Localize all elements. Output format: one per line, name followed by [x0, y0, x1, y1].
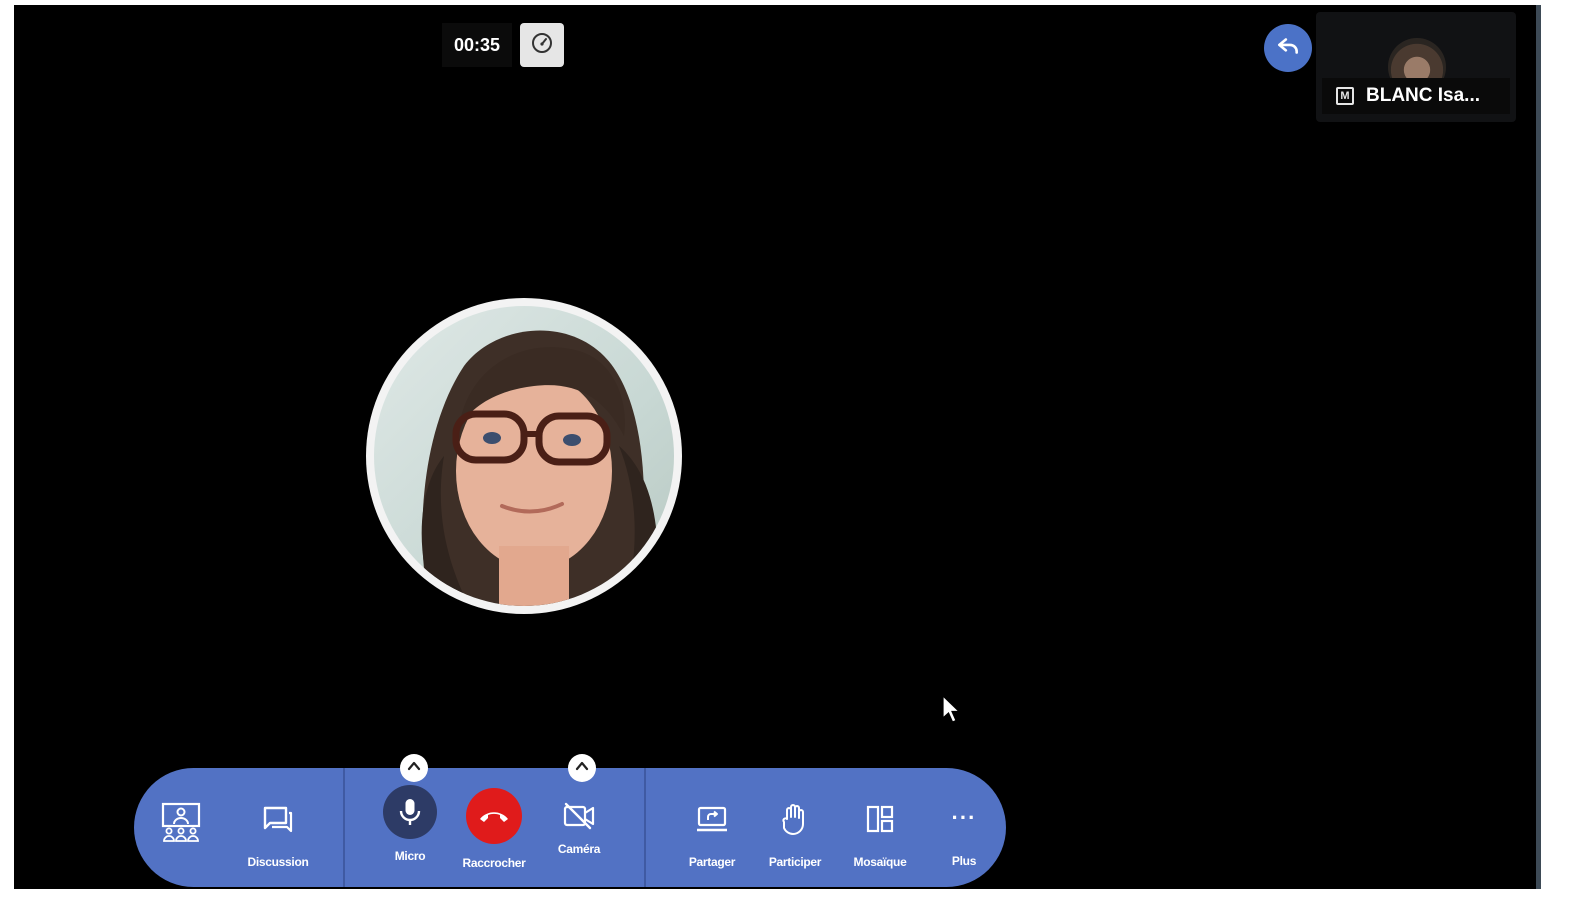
- call-toolbar: Discussion Micro Raccrocher Caméra Parta…: [134, 754, 1006, 887]
- camera-options-chevron[interactable]: [568, 754, 596, 782]
- raise-hand-label: Participer: [768, 855, 822, 869]
- speaker-avatar: [366, 298, 682, 614]
- participant-thumbnail[interactable]: M BLANC Isa...: [1316, 12, 1516, 122]
- hand-icon: [781, 802, 809, 836]
- toolbar-divider: [644, 768, 646, 887]
- share-label: Partager: [688, 855, 736, 869]
- more-dots-icon: ···: [951, 805, 977, 830]
- hangup-button[interactable]: Raccrocher: [454, 788, 534, 870]
- participants-icon: [161, 802, 201, 844]
- micro-button[interactable]: Micro: [380, 785, 440, 863]
- microphone-icon: [383, 785, 437, 839]
- toolbar-divider: [343, 768, 345, 887]
- phone-hangup-icon: [466, 788, 522, 844]
- back-button[interactable]: [1264, 24, 1312, 72]
- micro-options-chevron[interactable]: [400, 754, 428, 782]
- speaker-photo: [374, 306, 674, 606]
- participant-name: BLANC Isa...: [1366, 85, 1481, 106]
- mouse-cursor-icon: [941, 694, 963, 729]
- connection-stats-button[interactable]: [520, 23, 564, 67]
- micro-label: Micro: [394, 849, 426, 863]
- camera-label: Caméra: [557, 842, 601, 856]
- discussion-label: Discussion: [247, 855, 309, 869]
- raise-hand-button[interactable]: Participer: [760, 802, 830, 869]
- mosaic-button[interactable]: Mosaïque: [844, 802, 916, 869]
- hangup-label: Raccrocher: [462, 856, 526, 870]
- mosaic-label: Mosaïque: [853, 855, 907, 869]
- participants-button[interactable]: [156, 802, 206, 844]
- window-edge: [1536, 5, 1541, 889]
- more-button[interactable]: ··· Plus: [934, 802, 994, 868]
- mosaic-layout-icon: [865, 802, 895, 836]
- moderator-badge: M: [1336, 87, 1354, 105]
- more-label: Plus: [951, 854, 977, 868]
- share-button[interactable]: Partager: [679, 802, 745, 869]
- gauge-icon: [530, 31, 554, 60]
- participant-name-bar: M BLANC Isa...: [1322, 78, 1510, 114]
- call-timer: 00:35: [442, 23, 512, 67]
- camera-off-icon: [562, 798, 596, 834]
- chat-icon: [262, 802, 294, 836]
- reply-arrow-icon: [1275, 33, 1301, 64]
- chevron-up-icon: [574, 758, 590, 779]
- screen-share-icon: [695, 802, 729, 836]
- chevron-up-icon: [406, 758, 422, 779]
- discussion-button[interactable]: Discussion: [238, 802, 318, 869]
- video-stage: [14, 5, 1536, 889]
- camera-button[interactable]: Caméra: [544, 798, 614, 856]
